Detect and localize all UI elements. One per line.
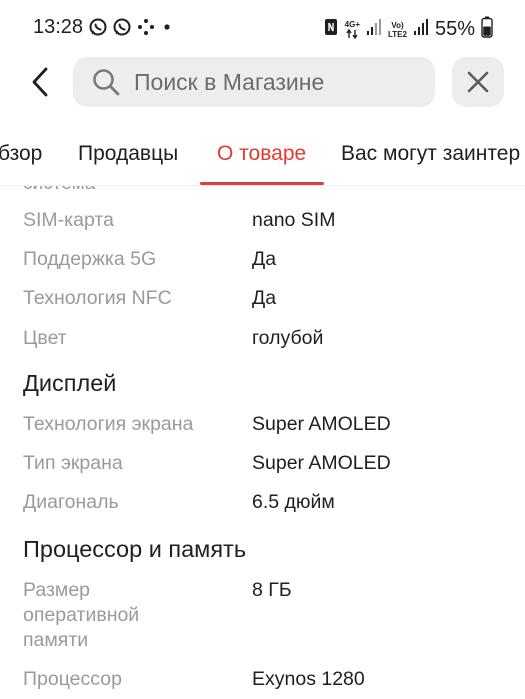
spec-label: Тип экрана — [23, 452, 123, 474]
spec-value: 6.5 дюйм — [252, 491, 335, 513]
search-input[interactable] — [134, 68, 424, 96]
spec-value: Super AMOLED — [252, 413, 391, 435]
spec-label: Размер оперативной памяти — [23, 579, 140, 651]
app-dots-icon — [136, 17, 156, 42]
dot-icon — [160, 17, 174, 42]
signal-icon — [413, 17, 429, 42]
spec-value: Super AMOLED — [252, 452, 391, 474]
status-bar: 13:28 4G+ Vo) LTE2 55% — [0, 0, 525, 56]
tab-overview[interactable]: бзор — [0, 142, 42, 166]
battery-icon — [481, 16, 493, 43]
spec-label: SIM-карта — [23, 209, 114, 231]
spec-label-cut-off: система — [23, 186, 95, 195]
status-time: 13:28 — [33, 16, 84, 38]
close-icon — [467, 71, 489, 93]
spec-value: Да — [252, 287, 277, 309]
lte2-label: LTE2 — [388, 29, 407, 39]
battery-percent: 55% — [434, 18, 475, 40]
signal-icon — [366, 17, 382, 42]
tab-about-product[interactable]: О товаре — [217, 142, 306, 166]
nfc-icon — [323, 17, 339, 42]
network-4g-label: 4G+ — [344, 20, 360, 29]
whatsapp-icon — [88, 17, 108, 42]
spec-label: Цвет — [23, 327, 67, 349]
spec-label: Технология экрана — [23, 413, 194, 435]
spec-label: Поддержка 5G — [23, 248, 157, 270]
network-4g-icon: 4G+ — [345, 20, 360, 39]
product-specs: система SIM-карта nano SIM Поддержка 5G … — [0, 186, 525, 699]
section-title-cpu-memory: Процессор и память — [23, 536, 247, 562]
section-title-display: Дисплей — [23, 370, 117, 396]
status-system-icons: 4G+ Vo) LTE2 55% — [323, 16, 493, 43]
clear-search-button[interactable] — [452, 57, 504, 107]
product-tabs: бзор Продавцы О товаре Вас могут заинтер — [0, 128, 525, 186]
search-box[interactable] — [73, 57, 435, 107]
spec-label: Процессор — [23, 668, 122, 690]
volte-lte2-icon: Vo) LTE2 — [388, 21, 407, 39]
spec-value: 8 ГБ — [252, 579, 292, 601]
spec-value: Да — [252, 248, 277, 270]
search-header — [0, 56, 525, 110]
spec-label: Технология NFC — [23, 287, 172, 309]
spec-label: Диагональ — [23, 491, 119, 513]
spec-value: голубой — [252, 327, 324, 349]
chevron-left-icon — [32, 67, 48, 97]
spec-value: nano SIM — [252, 209, 336, 231]
tab-you-may-like[interactable]: Вас могут заинтер — [341, 142, 520, 166]
whatsapp-icon — [112, 17, 132, 42]
status-notification-icons — [88, 17, 174, 42]
volte-label: Vo) — [391, 20, 404, 30]
spec-value: Exynos 1280 — [252, 668, 365, 690]
back-button[interactable] — [22, 64, 58, 100]
tab-sellers[interactable]: Продавцы — [78, 142, 178, 166]
search-icon — [91, 67, 121, 97]
